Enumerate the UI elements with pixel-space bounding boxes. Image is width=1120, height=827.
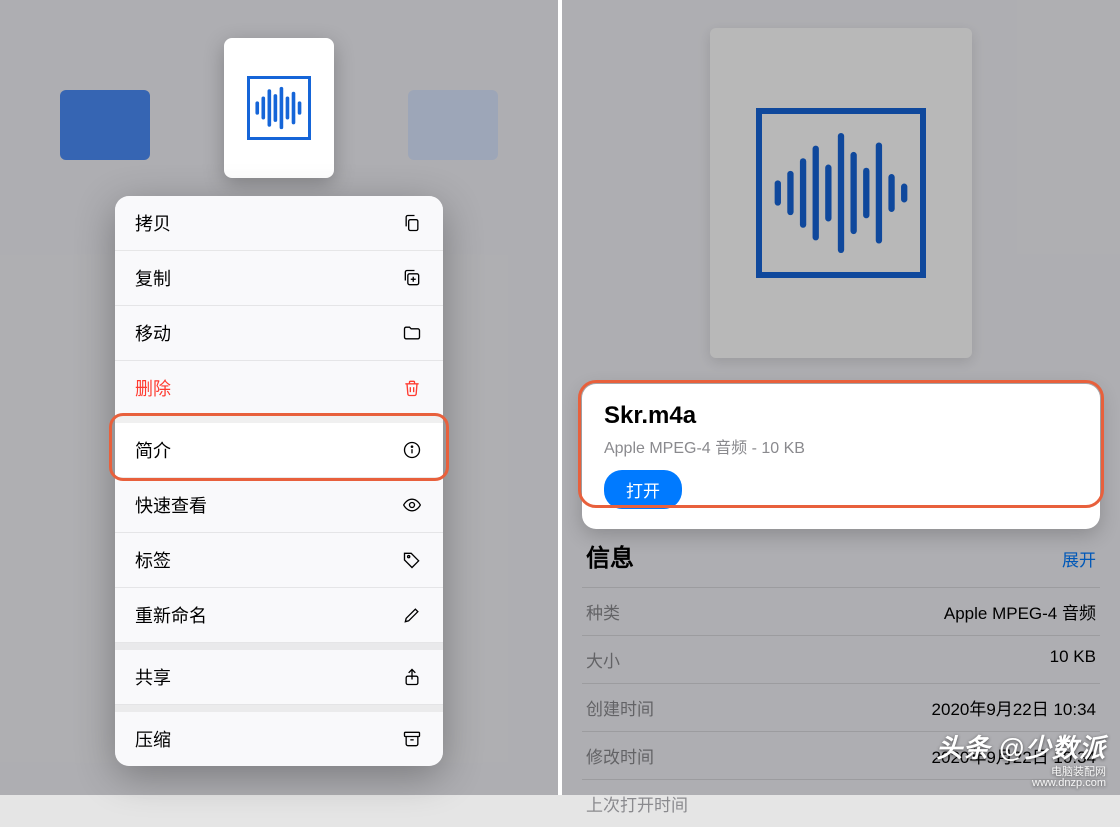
menu-item-label: 共享 [135,664,171,690]
menu-item-duplicate[interactable]: 复制 [115,251,443,306]
menu-item-label: 移动 [135,320,171,346]
menu-item-eye[interactable]: 快速查看 [115,478,443,533]
trash-icon [401,377,423,399]
info-icon [401,439,423,461]
file-name: Skr.m4a [604,402,1078,430]
menu-item-label: 标签 [135,547,171,573]
menu-item-label: 删除 [135,375,171,401]
menu-item-label: 拷贝 [135,210,171,236]
menu-item-label: 快速查看 [135,492,207,518]
menu-item-info[interactable]: 简介 [115,416,443,478]
folder-icon [401,322,423,344]
menu-item-share[interactable]: 共享 [115,643,443,705]
menu-item-tag[interactable]: 标签 [115,533,443,588]
menu-item-folder[interactable]: 移动 [115,306,443,361]
duplicate-icon [401,267,423,289]
tag-icon [401,549,423,571]
watermark-sub-b: www.dnzp.com [936,777,1106,789]
menu-item-label: 复制 [135,265,171,291]
menu-item-copy[interactable]: 拷贝 [115,196,443,251]
file-thumbnail[interactable] [224,38,334,178]
file-info-card: Skr.m4a Apple MPEG-4 音频 - 10 KB 打开 [582,384,1100,529]
watermark-main: 头条 @少数派 [936,728,1106,765]
archive-icon [401,728,423,750]
open-button[interactable]: 打开 [604,470,682,509]
watermark: 头条 @少数派 电脑装配网 www.dnzp.com [936,728,1106,789]
menu-item-pencil[interactable]: 重新命名 [115,588,443,643]
pencil-icon [401,604,423,626]
context-menu: 拷贝复制移动删除简介快速查看标签重新命名共享压缩 [115,196,443,766]
menu-item-label: 压缩 [135,726,171,752]
file-subtitle: Apple MPEG-4 音频 - 10 KB [604,434,1078,458]
menu-item-label: 重新命名 [135,602,207,628]
right-pane: Skr.m4a Apple MPEG-4 音频 - 10 KB 打开 信息 展开… [562,0,1120,795]
audio-waveform-icon [247,76,311,140]
eye-icon [401,494,423,516]
menu-item-archive[interactable]: 压缩 [115,705,443,766]
copy-icon [401,212,423,234]
left-pane: 拷贝复制移动删除简介快速查看标签重新命名共享压缩 [0,0,558,795]
menu-item-label: 简介 [135,437,171,463]
menu-item-trash[interactable]: 删除 [115,361,443,416]
share-icon [401,666,423,688]
